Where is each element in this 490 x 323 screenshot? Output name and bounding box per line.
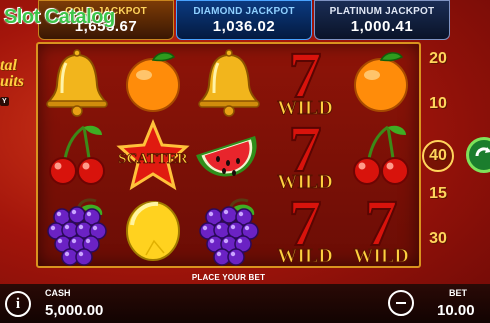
wild-seven-icon: 7WILD bbox=[277, 186, 334, 268]
reel-cell-2-2: SCATTER bbox=[114, 118, 191, 193]
diamond-jackpot: DIAMOND JACKPOT 1,036.02 bbox=[176, 0, 312, 40]
reel-cell-4-2: 7 WILD bbox=[267, 112, 344, 194]
reel-cell-4-1: 7 WILD bbox=[267, 38, 344, 120]
reel-cell-3-1 bbox=[190, 44, 267, 119]
reel-cell-2-1 bbox=[114, 44, 191, 119]
bet-value: 10.00 bbox=[437, 302, 475, 319]
spin-button[interactable] bbox=[466, 137, 490, 173]
spin-arrows-icon bbox=[475, 147, 490, 157]
reel-cell-5-3: 7 WILD bbox=[343, 186, 420, 268]
diamond-jackpot-value: 1,036.02 bbox=[212, 17, 276, 35]
decrease-bet-button[interactable] bbox=[388, 290, 414, 316]
reel-grid[interactable]: SCATTER 7 WILD 7 WILD 7 WILD 7 WILD bbox=[36, 38, 421, 268]
platinum-jackpot: PLATINUM JACKPOT 1,000.41 bbox=[314, 0, 450, 40]
reel-cell-1-2 bbox=[38, 118, 115, 193]
bell-icon bbox=[45, 48, 108, 117]
logo-tag: Y bbox=[0, 97, 9, 106]
payline-30[interactable]: 30 bbox=[421, 230, 455, 248]
cherry-icon bbox=[353, 125, 410, 185]
platinum-jackpot-value: 1,000.41 bbox=[350, 17, 414, 35]
cherry-icon bbox=[48, 125, 105, 185]
reel-cell-3-2 bbox=[190, 118, 267, 193]
orange-icon bbox=[354, 51, 409, 112]
scatter-label: SCATTER bbox=[118, 151, 188, 167]
lemon-icon bbox=[125, 200, 180, 261]
diamond-jackpot-label: DIAMOND JACKPOT bbox=[193, 5, 295, 17]
game-screen: GOLD JACKPOT 1,655.67 DIAMOND JACKPOT 1,… bbox=[0, 0, 490, 323]
watermark: Slot Catalog bbox=[4, 6, 115, 28]
wild-seven-icon: 7WILD bbox=[353, 186, 410, 268]
payline-10[interactable]: 10 bbox=[421, 95, 455, 113]
paylines-column: 20 10 40 15 30 bbox=[421, 46, 455, 266]
reel-cell-2-3 bbox=[114, 192, 191, 267]
reel-cell-5-1 bbox=[343, 44, 420, 119]
reel-cell-1-1 bbox=[38, 44, 115, 119]
payline-20[interactable]: 20 bbox=[421, 50, 455, 68]
scatter-icon: SCATTER bbox=[116, 118, 190, 190]
bet-label: BET bbox=[449, 288, 467, 298]
bell-icon bbox=[198, 48, 260, 117]
wild-seven-icon: 7WILD bbox=[277, 38, 334, 120]
wild-label: WILD bbox=[277, 245, 333, 267]
place-bet-message: PLACE YOUR BET bbox=[191, 273, 266, 282]
game-logo: tal uits Y bbox=[0, 58, 36, 108]
grapes-icon bbox=[199, 197, 259, 266]
orange-icon bbox=[125, 51, 180, 112]
grapes-icon bbox=[46, 197, 107, 266]
bottom-bar: i CASH 5,000.00 BET 10.00 bbox=[0, 284, 490, 323]
reel-cell-3-3 bbox=[190, 192, 267, 267]
info-button[interactable]: i bbox=[5, 291, 31, 317]
platinum-jackpot-label: PLATINUM JACKPOT bbox=[329, 5, 435, 17]
watermelon-icon bbox=[196, 135, 257, 176]
payline-40[interactable]: 40 bbox=[422, 140, 454, 172]
wild-label: WILD bbox=[354, 245, 410, 267]
logo-line-2: uits bbox=[0, 73, 25, 90]
reel-cell-5-2 bbox=[343, 118, 420, 193]
reel-cell-4-3: 7 WILD bbox=[267, 186, 344, 268]
reel-cell-1-3 bbox=[38, 192, 115, 267]
wild-seven-icon: 7WILD bbox=[277, 112, 334, 194]
cash-label: CASH bbox=[45, 288, 71, 298]
logo-line-1: tal bbox=[0, 57, 17, 74]
payline-15[interactable]: 15 bbox=[421, 185, 455, 203]
cash-value: 5,000.00 bbox=[45, 302, 104, 319]
